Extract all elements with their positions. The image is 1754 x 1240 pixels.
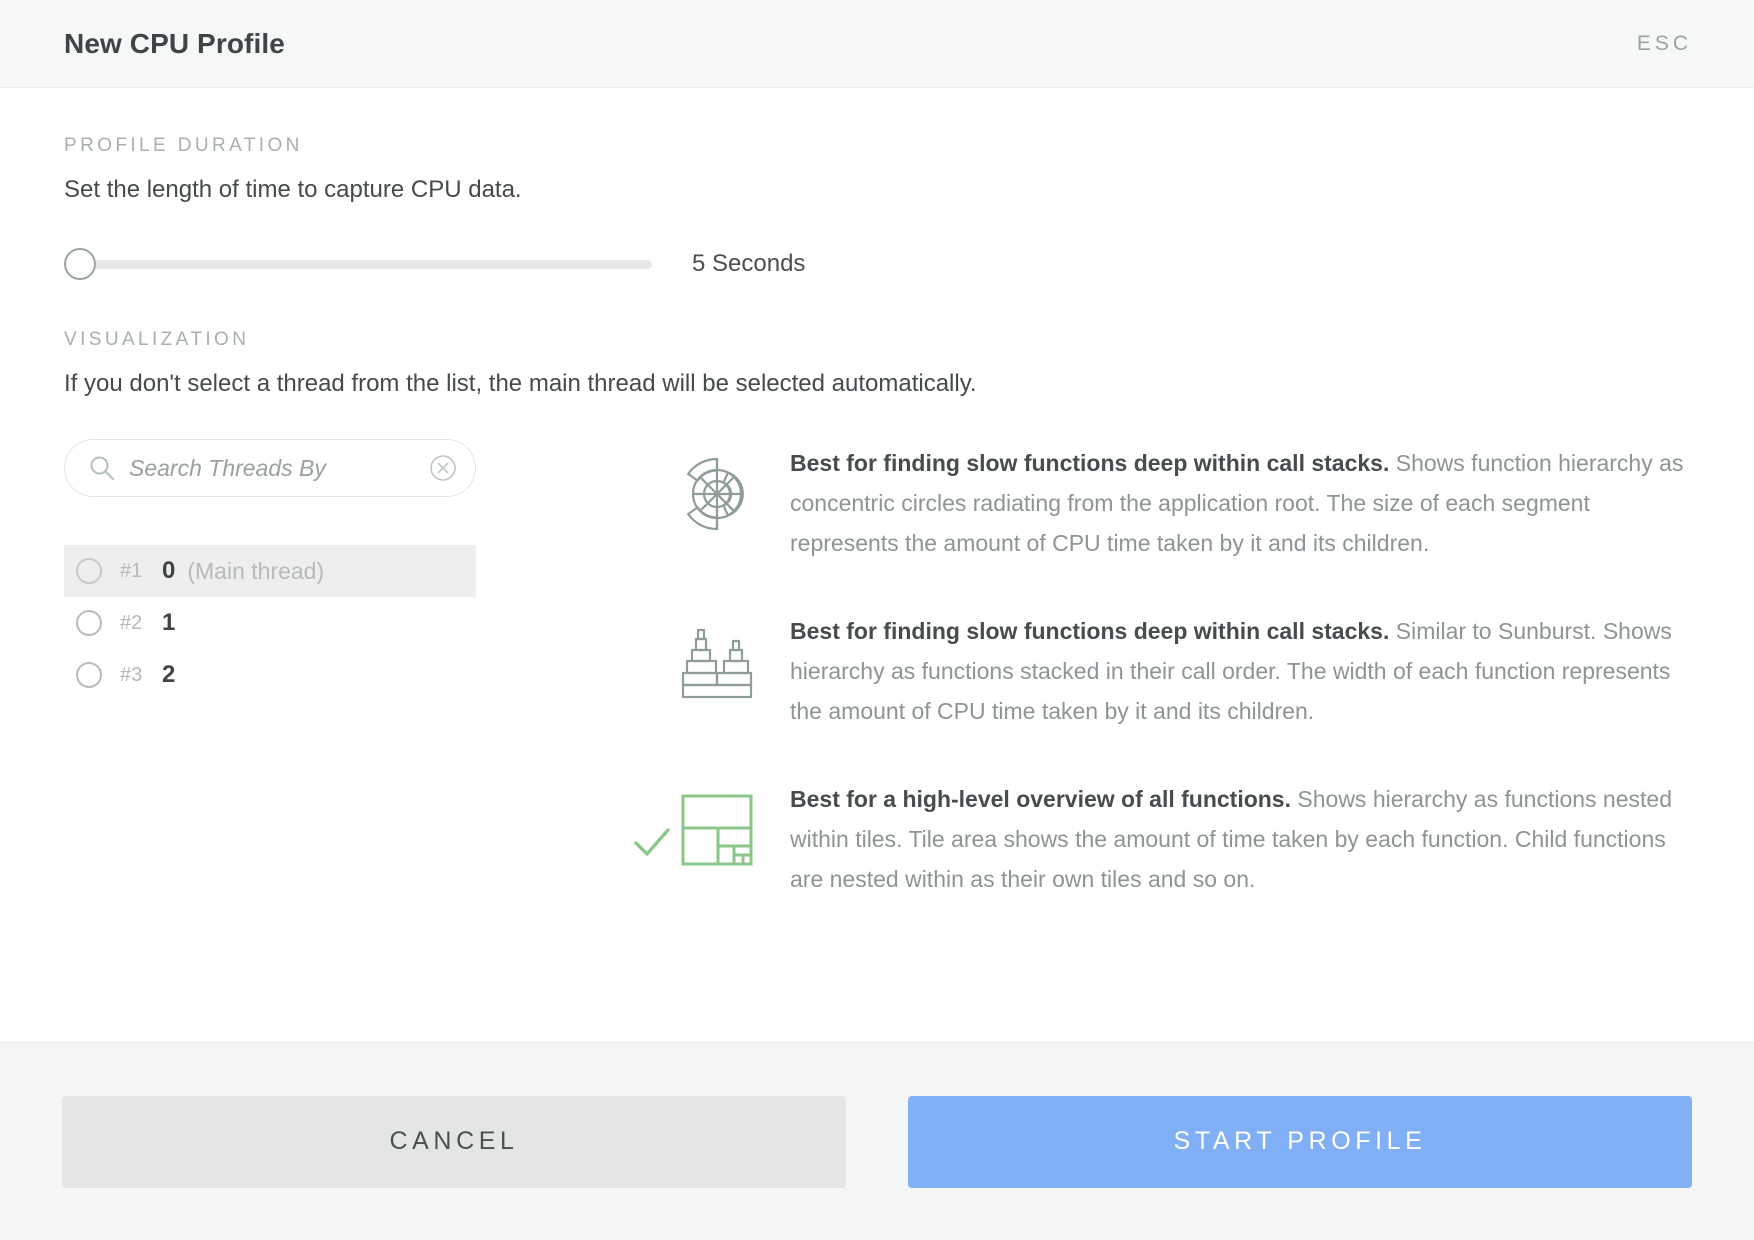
dialog-header: New CPU Profile ESC: [0, 0, 1754, 88]
cancel-button[interactable]: CANCEL: [62, 1095, 846, 1188]
esc-button[interactable]: ESC: [1637, 32, 1692, 56]
visualization-options: Best for finding slow functions deep wit…: [584, 443, 1690, 947]
slider-track[interactable]: [64, 259, 652, 269]
viz-option-check-slot: [630, 611, 674, 655]
viz-option-flame-chart[interactable]: Best for finding slow functions deep wit…: [630, 611, 1690, 731]
flame-chart-icon: [674, 611, 760, 701]
viz-option-sunburst[interactable]: Best for finding slow functions deep wit…: [630, 443, 1690, 563]
thread-index: #3: [120, 663, 143, 686]
thread-index: #2: [120, 611, 143, 634]
page-title: New CPU Profile: [64, 27, 285, 59]
clear-icon[interactable]: [429, 454, 457, 482]
sunburst-icon: [674, 443, 760, 533]
thread-radio[interactable]: [76, 558, 102, 585]
thread-id: 0: [162, 557, 176, 585]
viz-option-headline: Best for a high-level overview of all fu…: [790, 786, 1291, 813]
viz-option-text: Best for finding slow functions deep wit…: [760, 611, 1690, 731]
thread-list: #1 0 (Main thread) #2 1 #3 2: [64, 545, 476, 701]
start-profile-button[interactable]: START PROFILE: [908, 1095, 1692, 1188]
dialog-footer: CANCEL START PROFILE: [0, 1042, 1754, 1240]
thread-id: 2: [162, 661, 176, 689]
visualization-label: VISUALIZATION: [64, 329, 250, 351]
duration-slider-row: 5 Seconds: [64, 246, 1690, 282]
thread-row[interactable]: #1 0 (Main thread): [64, 545, 476, 598]
viz-option-text: Best for a high-level overview of all fu…: [760, 779, 1690, 899]
search-icon: [89, 455, 115, 481]
slider-thumb[interactable]: [64, 248, 96, 281]
duration-slider[interactable]: [64, 246, 652, 282]
viz-option-check-slot: [630, 443, 674, 487]
thread-note: (Main thread): [187, 557, 325, 584]
visualization-description: If you don't select a thread from the li…: [64, 370, 977, 398]
thread-index: #1: [120, 559, 143, 582]
thread-id: 1: [162, 609, 176, 637]
selected-check-icon: [630, 779, 674, 863]
thread-radio[interactable]: [76, 662, 102, 689]
visualization-area: #1 0 (Main thread) #2 1 #3 2: [64, 439, 1690, 947]
viz-option-headline: Best for finding slow functions deep wit…: [790, 618, 1390, 645]
thread-selection-panel: #1 0 (Main thread) #2 1 #3 2: [64, 439, 584, 947]
viz-option-treemap[interactable]: Best for a high-level overview of all fu…: [630, 779, 1690, 899]
viz-option-headline: Best for finding slow functions deep wit…: [790, 450, 1390, 477]
viz-option-text: Best for finding slow functions deep wit…: [760, 443, 1690, 563]
profile-duration-label: PROFILE DURATION: [64, 135, 303, 156]
profile-duration-description: Set the length of time to capture CPU da…: [64, 176, 522, 203]
new-cpu-profile-dialog: New CPU Profile ESC PROFILE DURATION Set…: [0, 0, 1754, 1240]
thread-radio[interactable]: [76, 610, 102, 637]
thread-row[interactable]: #2 1: [64, 597, 476, 649]
thread-row[interactable]: #3 2: [64, 649, 476, 701]
slider-value-label: 5 Seconds: [692, 250, 806, 278]
treemap-icon: [674, 779, 760, 869]
search-input[interactable]: [129, 454, 429, 482]
dialog-body: PROFILE DURATION Set the length of time …: [0, 88, 1754, 1042]
search-threads-box[interactable]: [64, 439, 476, 498]
